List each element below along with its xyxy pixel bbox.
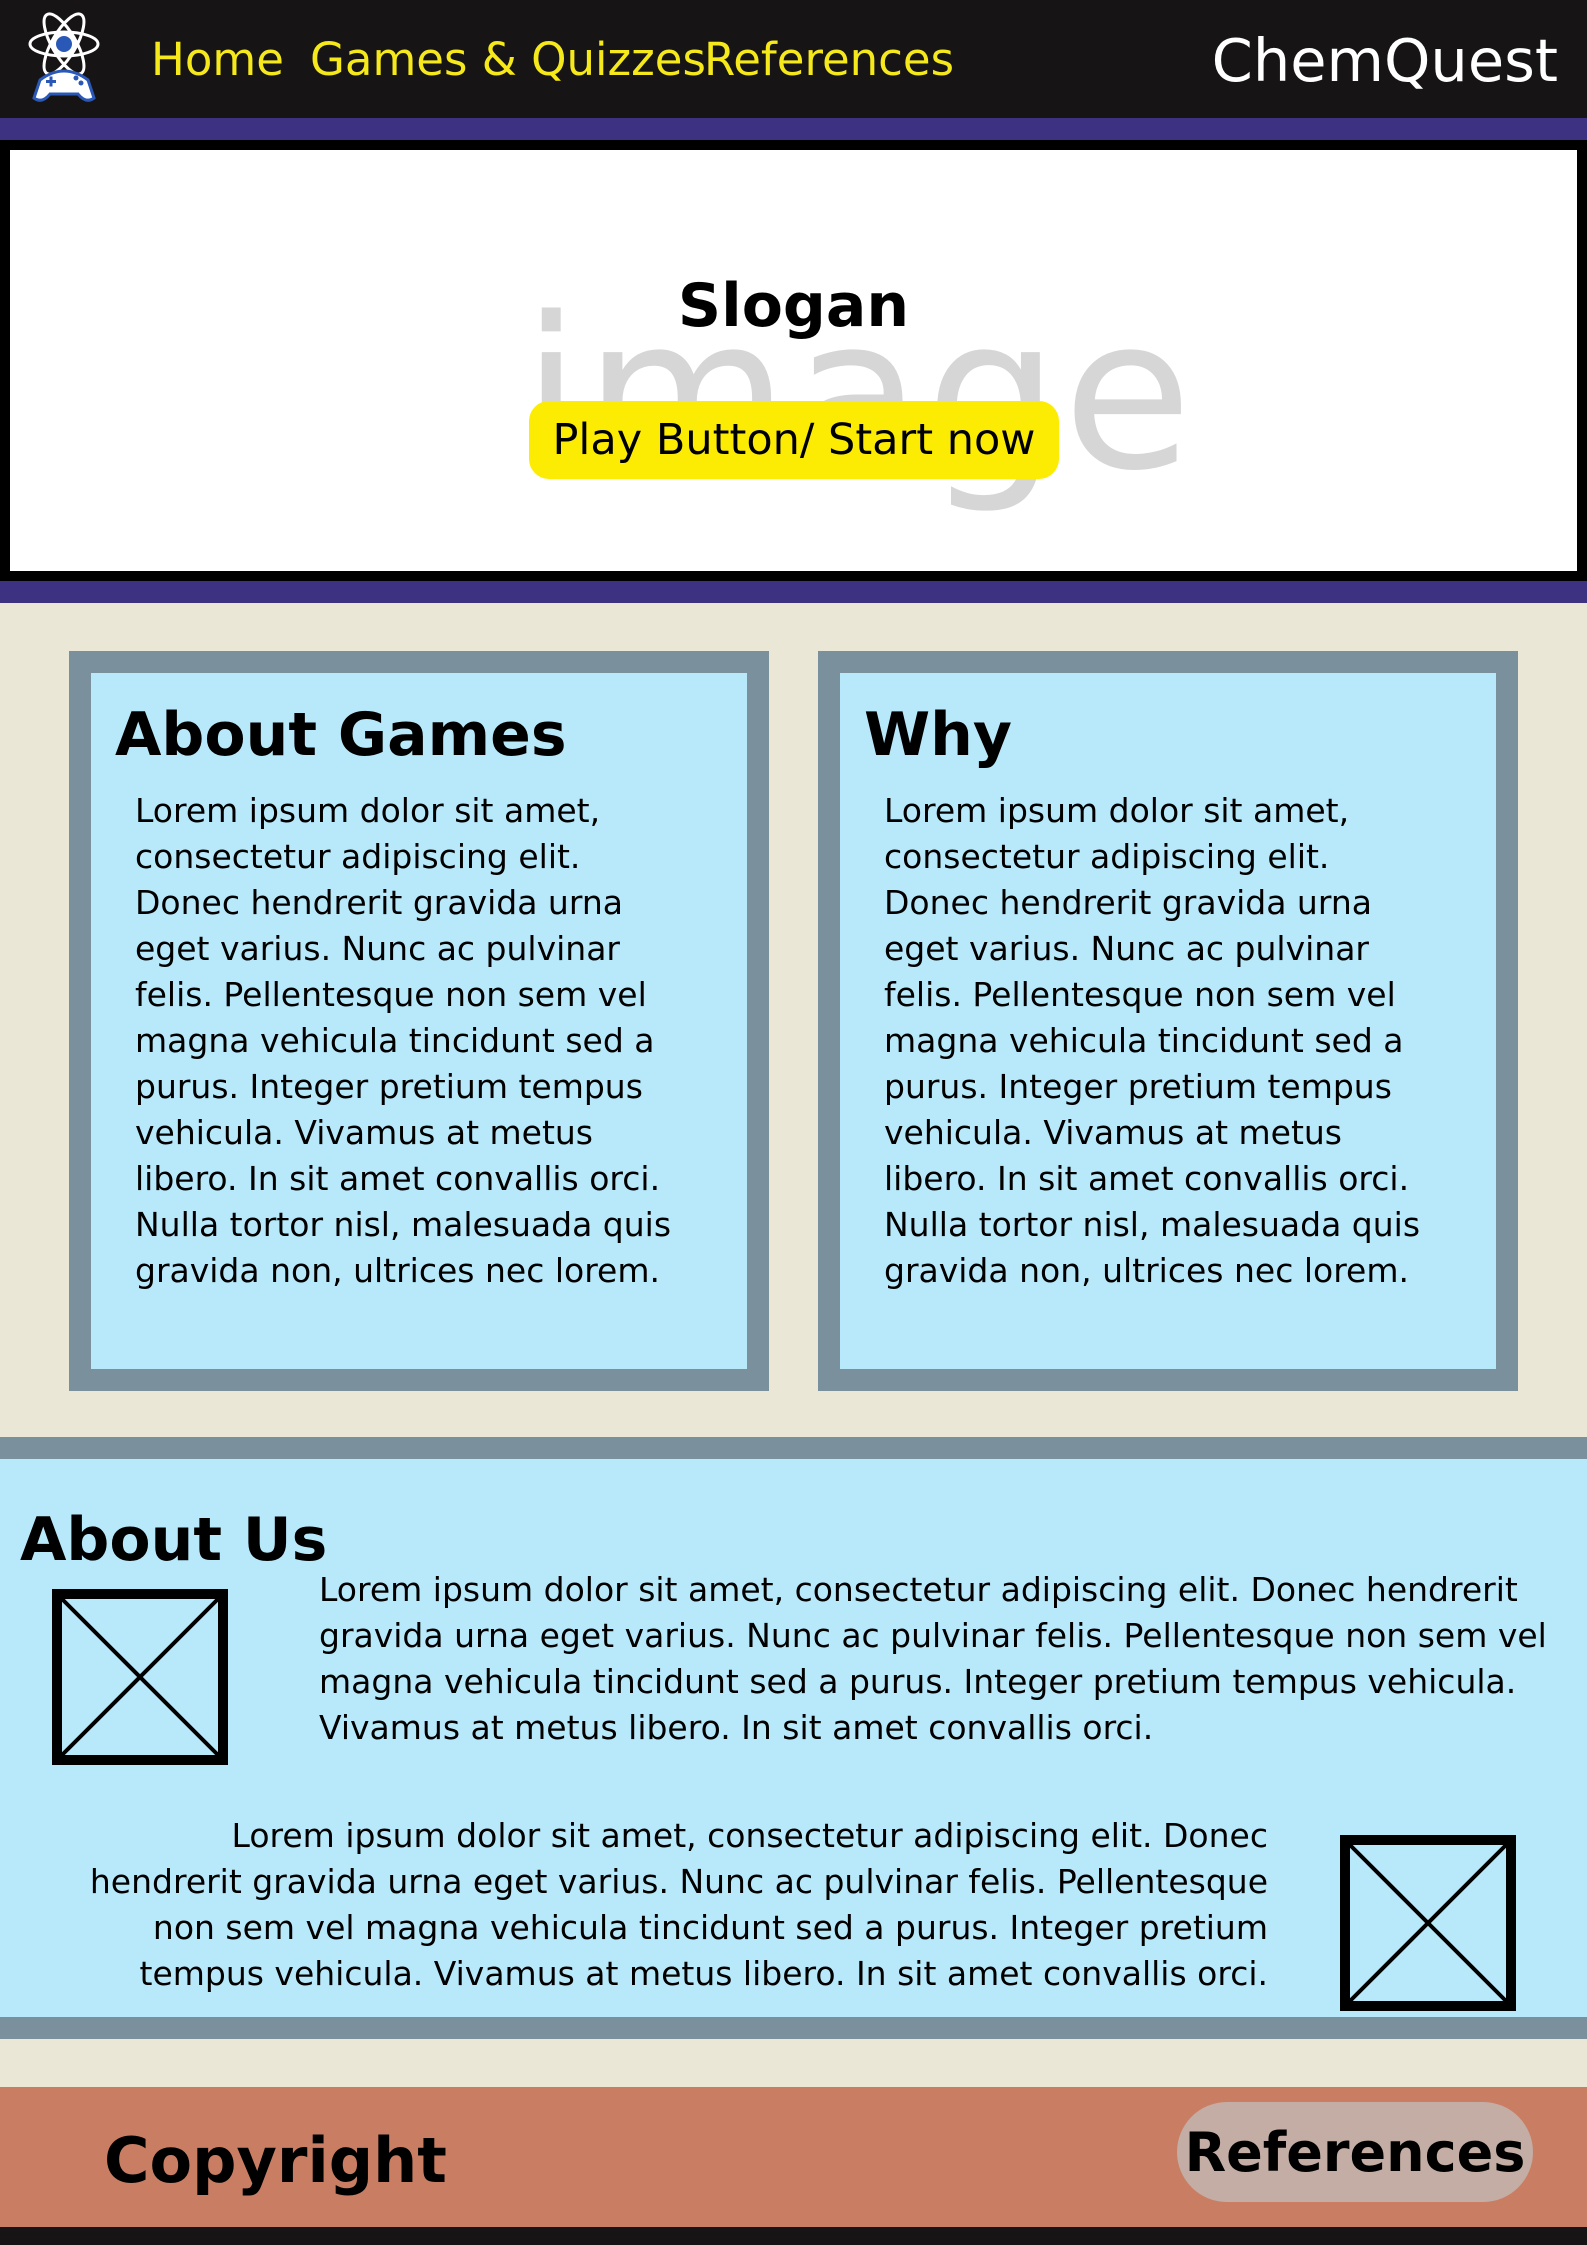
about-us-title: About Us — [20, 1505, 328, 1575]
about-us-paragraph: Lorem ipsum dolor sit amet, consectetur … — [319, 1570, 1547, 1747]
atom-gamepad-icon[interactable] — [24, 10, 114, 106]
about-games-card: About Games Lorem ipsum dolor sit amet, … — [69, 651, 769, 1391]
image-placeholder-icon — [1340, 1835, 1516, 2011]
bottom-bar — [0, 2227, 1587, 2245]
card-text: Lorem ipsum dolor sit amet, consectetur … — [884, 791, 1421, 1290]
brand-name: ChemQuest — [1211, 26, 1558, 95]
card-text: Lorem ipsum dolor sit amet, consectetur … — [135, 791, 672, 1290]
top-navbar: Home Games & Quizzes References ChemQues… — [0, 0, 1587, 118]
nav-link-games-quizzes[interactable]: Games & Quizzes — [310, 30, 706, 90]
image-placeholder-icon — [52, 1589, 228, 1765]
about-us-paragraph: Lorem ipsum dolor sit amet, consectetur … — [89, 1816, 1268, 1993]
play-start-button[interactable]: Play Button/ Start now — [529, 401, 1059, 479]
about-us-section: About Us Lorem ipsum dolor sit amet, con… — [0, 1437, 1587, 2039]
card-body: Why Lorem ipsum dolor sit amet, consecte… — [840, 673, 1496, 1369]
nav-link-references[interactable]: References — [704, 30, 954, 90]
hero-image-area: image Slogan Play Button/ Start now — [10, 150, 1577, 571]
footer-references-button[interactable]: References — [1177, 2102, 1533, 2202]
copyright-text: Copyright — [104, 2124, 447, 2197]
card-title: Why — [864, 700, 1013, 770]
card-body: About Games Lorem ipsum dolor sit amet, … — [91, 673, 747, 1369]
hero-slogan: Slogan — [677, 271, 910, 341]
nav-link-home[interactable]: Home — [151, 30, 284, 90]
accent-band-top — [0, 118, 1587, 140]
page-footer: Copyright References — [0, 2087, 1587, 2227]
hero-banner: image Slogan Play Button/ Start now — [0, 140, 1587, 581]
accent-band-bottom — [0, 581, 1587, 603]
card-title: About Games — [115, 700, 567, 770]
why-card: Why Lorem ipsum dolor sit amet, consecte… — [818, 651, 1518, 1391]
